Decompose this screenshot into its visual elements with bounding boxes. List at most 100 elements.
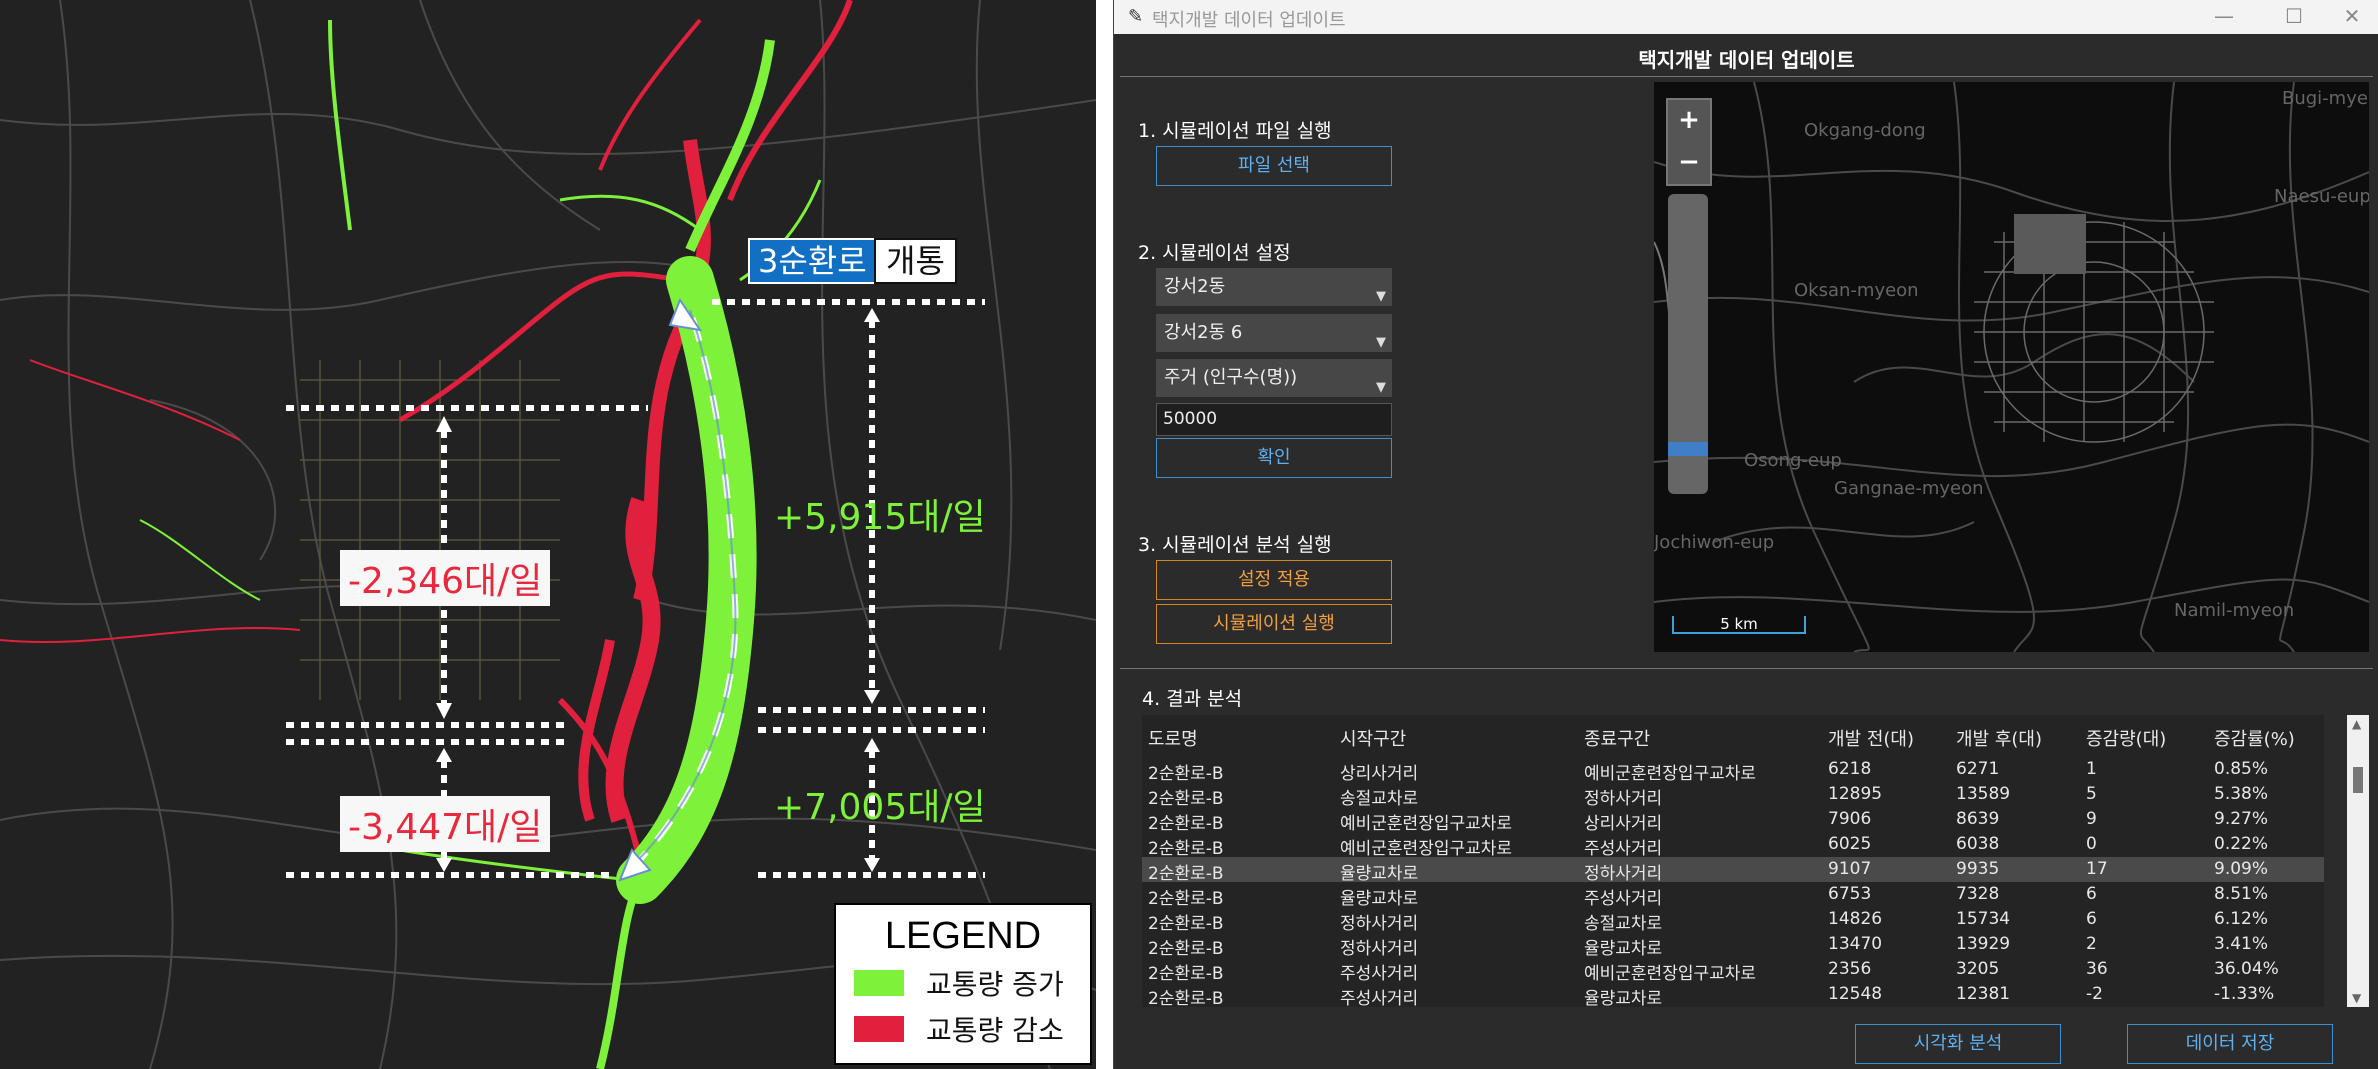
landuse-dropdown-value: 주거 (인구수(명)) bbox=[1164, 367, 1298, 388]
after-cell: 7328 bbox=[1956, 884, 2000, 904]
zone-dropdown[interactable]: 강서2동 6 ▼ bbox=[1156, 314, 1392, 352]
apply-settings-button[interactable]: 설정 적용 bbox=[1156, 560, 1392, 600]
scrollbar-thumb[interactable] bbox=[2353, 767, 2363, 793]
road-name-cell: 2순환로-B bbox=[1148, 789, 1224, 809]
map-label-naesu: Naesu-eup bbox=[2274, 186, 2369, 207]
change-cell: 0 bbox=[2086, 834, 2097, 854]
change-cell: 2 bbox=[2086, 934, 2097, 954]
map-label-jochiwon: Jochiwon-eup bbox=[1654, 532, 1775, 553]
close-button[interactable]: ✕ bbox=[2332, 4, 2372, 28]
page-title: 택지개발 데이터 업데이트 bbox=[1638, 48, 1855, 72]
visualize-analysis-button[interactable]: 시각화 분석 bbox=[1855, 1024, 2061, 1064]
after-cell: 3205 bbox=[1956, 959, 2000, 979]
before-cell: 6753 bbox=[1828, 884, 1872, 904]
road-name-cell: 2순환로-B bbox=[1148, 814, 1224, 834]
table-row[interactable]: 2순환로-B 정하사거리 송절교차로 14826 15734 6 6.12% bbox=[1142, 907, 2324, 934]
table-row[interactable]: 2순환로-B 상리사거리 예비군훈련장입구교차로 6218 6271 1 0.85% bbox=[1142, 757, 2324, 784]
road-name-cell: 2순환로-B bbox=[1148, 839, 1224, 859]
table-row[interactable]: 2순환로-B 정하사거리 율량교차로 13470 13929 2 3.41% bbox=[1142, 932, 2324, 959]
end-section-cell: 송절교차로 bbox=[1584, 914, 1663, 934]
change-rate-cell: 8.51% bbox=[2214, 884, 2269, 904]
map-label-bugi: Bugi-myeon bbox=[2282, 88, 2369, 109]
map-label-okgang: Okgang-dong bbox=[1804, 120, 1926, 141]
chevron-down-icon: ▼ bbox=[1376, 335, 1386, 350]
chevron-down-icon: ▼ bbox=[1376, 380, 1386, 395]
after-cell: 8639 bbox=[1956, 809, 2000, 829]
app-window: ✎ 택지개발 데이터 업데이트 — ☐ ✕ 택지개발 데이터 업데이트 1. 시… bbox=[1113, 0, 2378, 1069]
before-cell: 13470 bbox=[1828, 934, 1883, 954]
col-start-section[interactable]: 시작구간 bbox=[1340, 725, 1406, 751]
change-rate-cell: 0.22% bbox=[2214, 834, 2269, 854]
table-scrollbar[interactable]: ▲ ▼ bbox=[2347, 715, 2369, 1007]
increase-south-label: +7,005대/일 bbox=[774, 787, 986, 828]
start-section-cell: 예비군훈련장입구교차로 bbox=[1340, 814, 1513, 834]
change-cell: 17 bbox=[2086, 859, 2108, 879]
before-cell: 9107 bbox=[1828, 859, 1872, 879]
road-name-cell: 2순환로-B bbox=[1148, 864, 1224, 884]
population-input[interactable]: 50000 bbox=[1156, 403, 1392, 436]
road-name-cell: 2순환로-B bbox=[1148, 764, 1224, 784]
scroll-up-icon[interactable]: ▲ bbox=[2352, 717, 2361, 731]
zone-dropdown-value: 강서2동 6 bbox=[1164, 322, 1243, 343]
road-name-cell: 2순환로-B bbox=[1148, 964, 1224, 984]
col-change-rate[interactable]: 증감률(%) bbox=[2214, 725, 2295, 751]
after-cell: 12381 bbox=[1956, 984, 2011, 1004]
before-cell: 2356 bbox=[1828, 959, 1872, 979]
change-cell: 5 bbox=[2086, 784, 2097, 804]
table-row[interactable]: 2순환로-B 주성사거리 율량교차로 12548 12381 -2 -1.33% bbox=[1142, 982, 2324, 1007]
legend-decrease-label: 교통량 감소 bbox=[926, 1014, 1064, 1047]
table-row[interactable]: 2순환로-B 예비군훈련장입구교차로 주성사거리 6025 6038 0 0.22% bbox=[1142, 832, 2324, 859]
col-before[interactable]: 개발 전(대) bbox=[1828, 725, 1914, 751]
col-after[interactable]: 개발 후(대) bbox=[1956, 725, 2042, 751]
district-dropdown[interactable]: 강서2동 ▼ bbox=[1156, 268, 1392, 306]
feather-icon: ✎ bbox=[1128, 6, 1144, 27]
before-cell: 12895 bbox=[1828, 784, 1883, 804]
legend-item-increase: 교통량 증가 bbox=[854, 967, 1064, 1001]
map-legend: LEGEND 교통량 증가 교통량 감소 bbox=[834, 903, 1092, 1065]
col-end-section[interactable]: 종료구간 bbox=[1584, 725, 1650, 751]
map-label-namil: Namil-myeon bbox=[2174, 600, 2295, 621]
end-section-cell: 상리사거리 bbox=[1584, 814, 1663, 834]
table-row[interactable]: 2순환로-B 주성사거리 예비군훈련장입구교차로 2356 3205 36 36.04% bbox=[1142, 957, 2324, 984]
table-row[interactable]: 2순환로-B 송절교차로 정하사거리 12895 13589 5 5.38% bbox=[1142, 782, 2324, 809]
table-row[interactable]: 2순환로-B 율량교차로 주성사거리 6753 7328 6 8.51% bbox=[1142, 882, 2324, 909]
confirm-button[interactable]: 확인 bbox=[1156, 438, 1392, 478]
start-section-cell: 율량교차로 bbox=[1340, 889, 1419, 909]
route-status-tag: 개통 bbox=[874, 238, 957, 284]
table-row[interactable]: 2순환로-B 율량교차로 정하사거리 9107 9935 17 9.09% bbox=[1142, 857, 2324, 884]
change-rate-cell: 36.04% bbox=[2214, 959, 2279, 979]
run-simulation-button[interactable]: 시뮬레이션 실행 bbox=[1156, 604, 1392, 644]
change-rate-cell: -1.33% bbox=[2214, 984, 2275, 1004]
col-road-name[interactable]: 도로명 bbox=[1148, 725, 1198, 751]
after-cell: 6271 bbox=[1956, 759, 2000, 779]
save-data-button[interactable]: 데이터 저장 bbox=[2127, 1024, 2333, 1064]
step3-label: 3. 시뮬레이션 분석 실행 bbox=[1138, 534, 1332, 556]
decrease-swatch bbox=[854, 1016, 904, 1042]
table-row[interactable]: 2순환로-B 예비군훈련장입구교차로 상리사거리 7906 8639 9 9.27% bbox=[1142, 807, 2324, 834]
after-cell: 9935 bbox=[1956, 859, 2000, 879]
end-section-cell: 율량교차로 bbox=[1584, 939, 1663, 959]
road-name-cell: 2순환로-B bbox=[1148, 939, 1224, 959]
change-rate-cell: 6.12% bbox=[2214, 909, 2269, 929]
results-table[interactable]: 도로명 시작구간 종료구간 개발 전(대) 개발 후(대) 증감량(대) 증감률… bbox=[1142, 715, 2324, 1007]
change-rate-cell: 0.85% bbox=[2214, 759, 2269, 779]
map-view[interactable]: Bugi-myeon Okgang-dong Naesu-eup Oksan-m… bbox=[1654, 82, 2369, 652]
increase-swatch bbox=[854, 970, 904, 996]
road-name-cell: 2순환로-B bbox=[1148, 989, 1224, 1007]
window-title: 택지개발 데이터 업데이트 bbox=[1152, 10, 1346, 31]
zoom-in-button[interactable]: + bbox=[1668, 100, 1710, 140]
minimize-button[interactable]: — bbox=[2204, 4, 2244, 28]
maximize-button[interactable]: ☐ bbox=[2274, 4, 2314, 28]
landuse-dropdown[interactable]: 주거 (인구수(명)) ▼ bbox=[1156, 359, 1392, 397]
zoom-slider-thumb[interactable] bbox=[1668, 442, 1708, 456]
end-section-cell: 주성사거리 bbox=[1584, 839, 1663, 859]
change-rate-cell: 9.09% bbox=[2214, 859, 2269, 879]
scroll-down-icon[interactable]: ▼ bbox=[2352, 991, 2361, 1005]
end-section-cell: 주성사거리 bbox=[1584, 889, 1663, 909]
increase-north-label: +5,915대/일 bbox=[774, 497, 986, 538]
change-cell: 6 bbox=[2086, 909, 2097, 929]
col-change[interactable]: 증감량(대) bbox=[2086, 725, 2166, 751]
zoom-out-button[interactable]: − bbox=[1668, 142, 1710, 182]
end-section-cell: 정하사거리 bbox=[1584, 789, 1663, 809]
select-file-button[interactable]: 파일 선택 bbox=[1156, 146, 1392, 186]
